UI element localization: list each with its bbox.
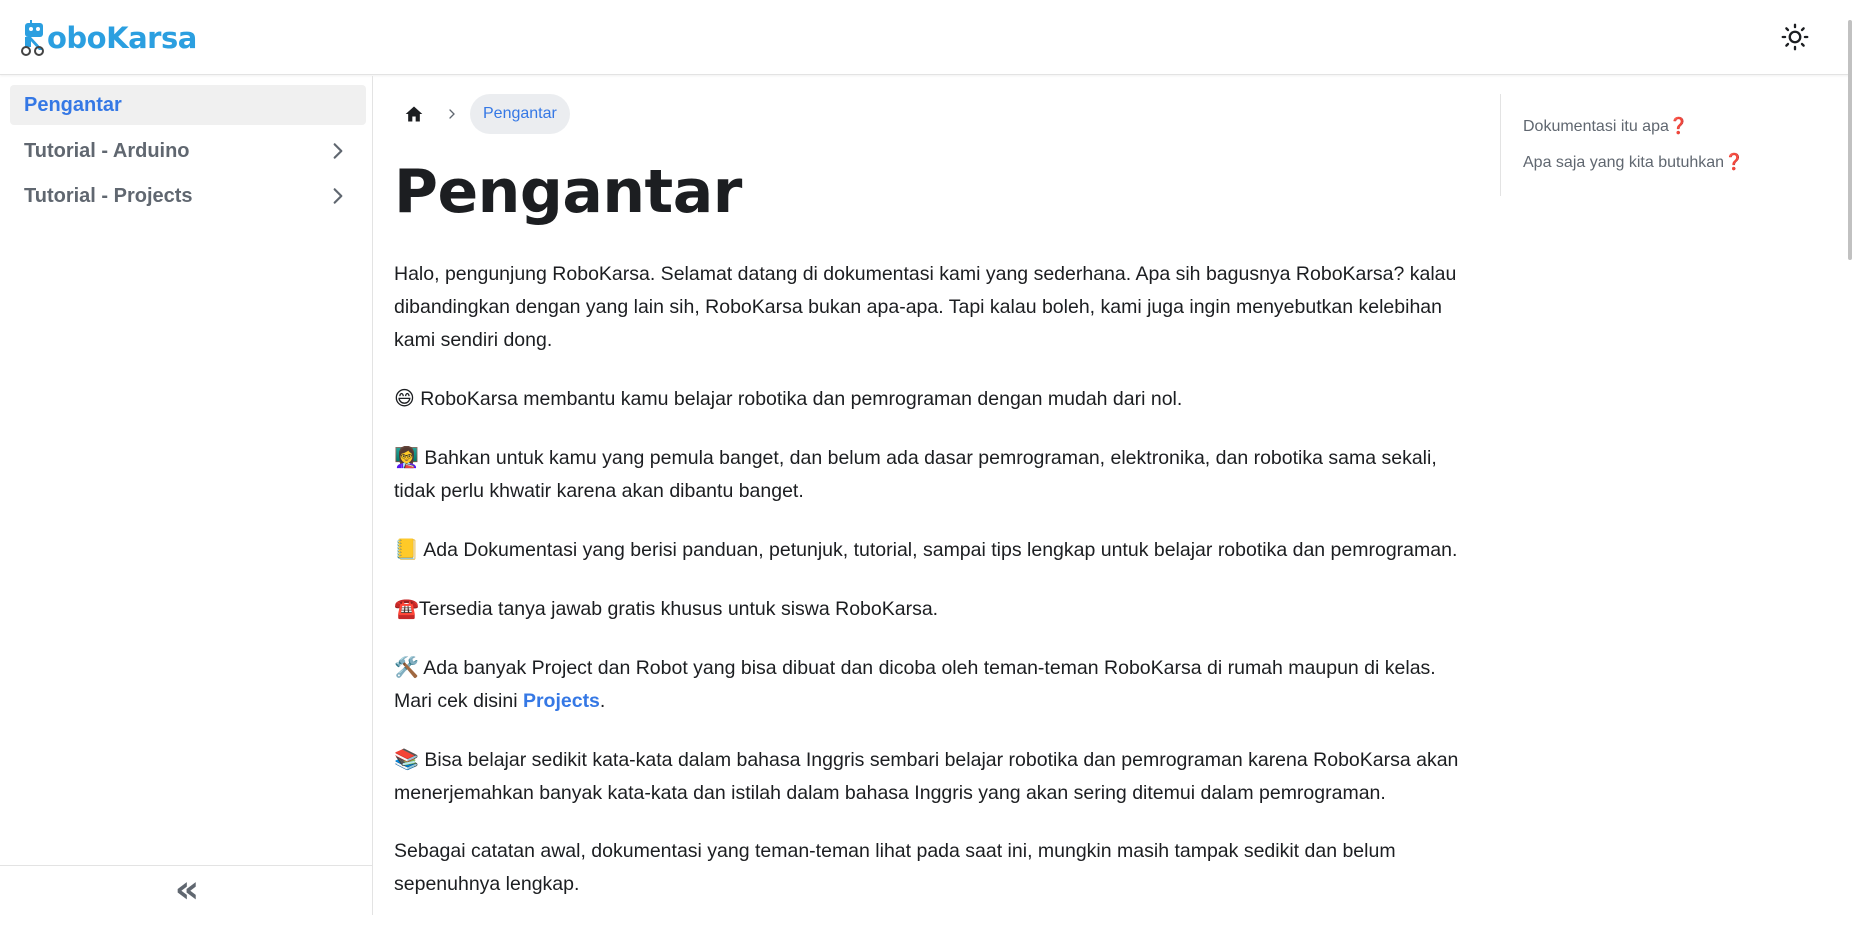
- breadcrumb: Pengantar: [394, 94, 570, 134]
- breadcrumb-current: Pengantar: [470, 94, 570, 134]
- sidebar-item-label: Tutorial - Arduino: [24, 139, 190, 162]
- chevron-right-icon: [434, 104, 470, 124]
- chevron-right-icon[interactable]: [328, 186, 348, 206]
- notebook-icon: 📒: [394, 537, 419, 561]
- collapse-sidebar-button[interactable]: «: [170, 870, 204, 908]
- robot-logo-icon: [21, 20, 49, 56]
- page-title: Pengantar: [394, 157, 742, 227]
- logo-text: oboKarsa: [47, 21, 197, 55]
- teacher-icon: 👩‍🏫: [394, 445, 419, 469]
- sun-icon: [1781, 23, 1809, 51]
- telephone-icon: ☎️: [394, 596, 419, 620]
- page-scrollbar[interactable]: [1848, 20, 1852, 260]
- feature-paragraph: 😄 RoboKarsa membantu kamu belajar roboti…: [394, 382, 1462, 416]
- feature-text: Ada Dokumentasi yang berisi panduan, pet…: [418, 539, 1458, 561]
- feature-paragraph: 📒 Ada Dokumentasi yang berisi panduan, p…: [394, 533, 1462, 567]
- sidebar-item-label: Pengantar: [24, 93, 122, 116]
- feature-text: Bisa belajar sedikit kata-kata dalam bah…: [394, 749, 1459, 804]
- sidebar: Pengantar Tutorial - Arduino Tutorial - …: [0, 76, 373, 915]
- article-body: Halo, pengunjung RoboKarsa. Selamat data…: [394, 258, 1462, 926]
- question-mark-icon: ❓: [1668, 116, 1689, 135]
- sidebar-item-label: Tutorial - Projects: [24, 184, 193, 207]
- breadcrumb-home-link[interactable]: [394, 94, 434, 134]
- sidebar-item-tutorial-projects[interactable]: Tutorial - Projects: [10, 176, 366, 216]
- projects-link[interactable]: Projects: [523, 690, 600, 712]
- feature-text: Bahkan untuk kamu yang pemula banget, da…: [394, 447, 1437, 502]
- toc-item-label: Apa saja yang kita butuhkan: [1523, 154, 1725, 171]
- toc-item-kebutuhan[interactable]: Apa saja yang kita butuhkan❓: [1523, 152, 1744, 172]
- feature-paragraph: 🛠️ Ada banyak Project dan Robot yang bis…: [394, 651, 1462, 718]
- feature-paragraph: 👩‍🏫 Bahkan untuk kamu yang pemula banget…: [394, 441, 1462, 508]
- feature-text: Tersedia tanya jawab gratis khusus untuk…: [418, 598, 939, 620]
- sidebar-item-pengantar[interactable]: Pengantar: [10, 85, 366, 125]
- logo[interactable]: oboKarsa: [21, 20, 197, 56]
- question-mark-icon: ❓: [1724, 152, 1744, 171]
- grinning-face-icon: 😄: [394, 386, 415, 410]
- closing-paragraph: Sebagai catatan awal, dokumentasi yang t…: [394, 840, 1396, 895]
- feature-paragraph: ☎️Tersedia tanya jawab gratis khusus unt…: [394, 592, 1462, 626]
- intro-paragraph: Halo, pengunjung RoboKarsa. Selamat data…: [394, 263, 1457, 351]
- sidebar-footer: «: [0, 865, 372, 915]
- feature-paragraph: 📚 Bisa belajar sedikit kata-kata dalam b…: [394, 743, 1462, 810]
- home-icon: [405, 106, 423, 122]
- tools-icon: 🛠️: [394, 655, 419, 679]
- chevron-right-icon[interactable]: [328, 141, 348, 161]
- theme-toggle-button[interactable]: [1778, 20, 1812, 54]
- toc-item-dokumentasi[interactable]: Dokumentasi itu apa❓: [1523, 116, 1689, 136]
- sidebar-item-tutorial-arduino[interactable]: Tutorial - Arduino: [10, 131, 366, 171]
- feature-text: RoboKarsa membantu kamu belajar robotika…: [414, 388, 1183, 410]
- feature-text: .: [599, 690, 606, 712]
- toc-item-label: Dokumentasi itu apa: [1523, 118, 1669, 135]
- navbar: oboKarsa: [0, 0, 1852, 75]
- table-of-contents: Dokumentasi itu apa❓ Apa saja yang kita …: [1500, 94, 1801, 196]
- books-icon: 📚: [394, 747, 419, 771]
